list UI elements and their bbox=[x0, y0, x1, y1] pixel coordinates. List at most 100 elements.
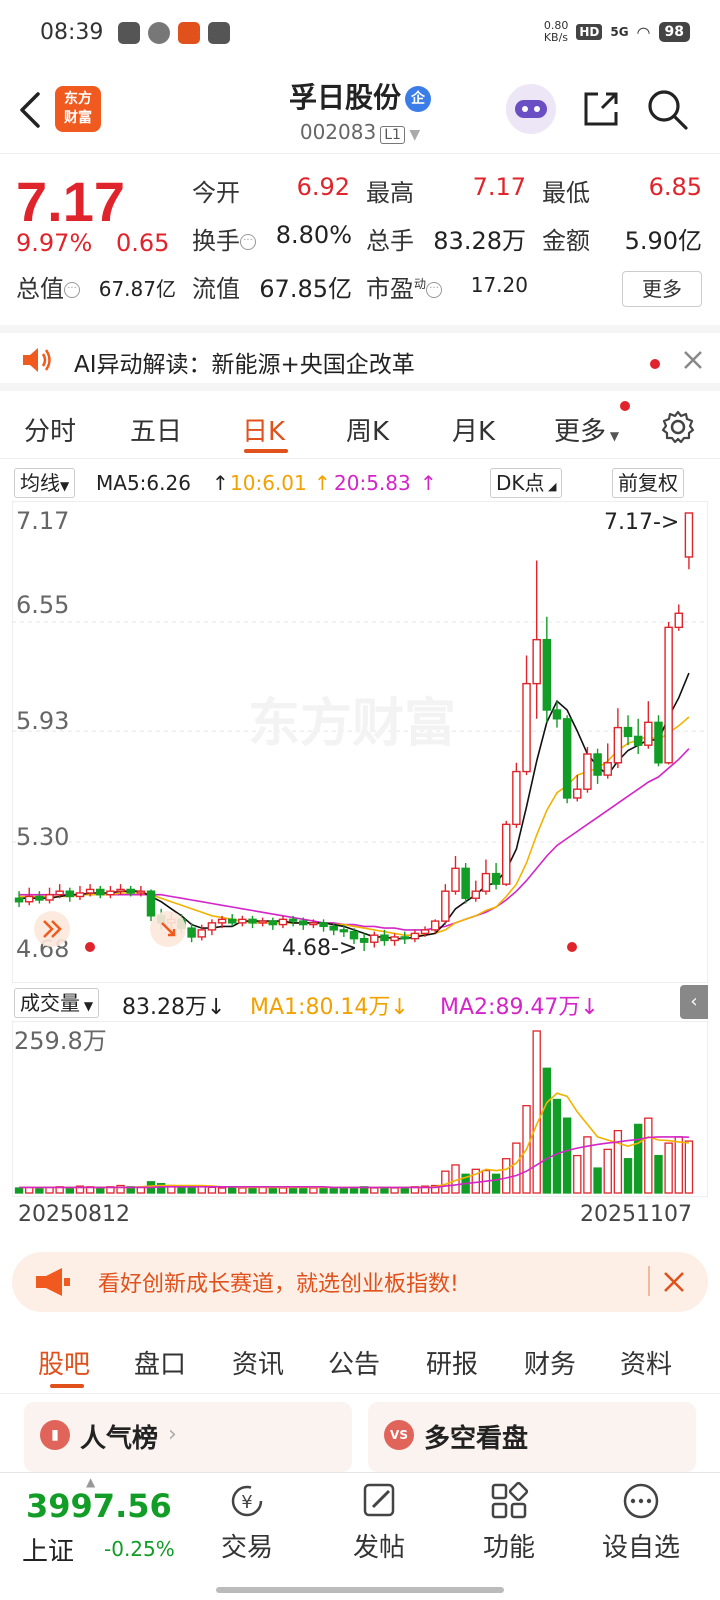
candle-body bbox=[481, 872, 491, 892]
tab-research[interactable]: 研报 bbox=[426, 1344, 478, 1381]
status-right: 0.80 KB/s HD 5G ◠ 98 bbox=[544, 20, 690, 44]
search-icon[interactable] bbox=[646, 88, 690, 132]
tab-intraday[interactable]: 分时 bbox=[24, 411, 76, 448]
volume-chart[interactable]: 259.8万 bbox=[12, 1021, 708, 1197]
tab-monthly-k[interactable]: 月K bbox=[452, 411, 495, 448]
bull-bear-card[interactable]: VS 多空看盘 bbox=[368, 1402, 696, 1472]
close-icon[interactable] bbox=[662, 1270, 686, 1294]
candle-body bbox=[491, 872, 501, 885]
enterprise-badge: 企 bbox=[405, 86, 431, 112]
candlestick-chart[interactable]: 东方财富 7.17 6.55 5.93 5.30 4.68 7.17-> 4.6… bbox=[12, 501, 708, 983]
volume-bar bbox=[441, 1170, 450, 1194]
candle-body bbox=[35, 895, 44, 901]
app-icon bbox=[148, 22, 170, 44]
ai-assistant-icon[interactable] bbox=[506, 84, 556, 134]
close-icon[interactable] bbox=[682, 349, 704, 371]
mktcap-value: 67.87亿 bbox=[98, 277, 176, 301]
candle-body bbox=[329, 925, 338, 931]
collapse-panel-icon[interactable]: ‹ bbox=[680, 985, 708, 1019]
ma5-arrow: ↑ bbox=[212, 471, 229, 495]
candle-body bbox=[65, 890, 75, 898]
nav-add-watchlist[interactable]: 设自选 bbox=[596, 1481, 686, 1564]
share-icon[interactable] bbox=[580, 88, 622, 130]
min-price-marker: 4.68-> bbox=[282, 936, 357, 961]
candle-body bbox=[461, 867, 470, 899]
stock-name: 孚日股份 bbox=[288, 81, 401, 114]
volume-max-label: 259.8万 bbox=[14, 1027, 107, 1055]
index-name: 上证 bbox=[22, 1537, 75, 1567]
candle-body bbox=[227, 918, 237, 924]
volume-bar bbox=[25, 1186, 34, 1194]
volume-value: 83.28万↓ bbox=[122, 995, 226, 1020]
expand-arrow-icon[interactable] bbox=[150, 911, 186, 947]
tab-announcements[interactable]: 公告 bbox=[328, 1344, 380, 1381]
tab-guba[interactable]: 股吧 bbox=[38, 1344, 90, 1381]
tab-profile[interactable]: 资料 bbox=[620, 1344, 672, 1381]
volume-ma2: MA2:89.47万↓ bbox=[440, 995, 599, 1020]
candle-body bbox=[248, 918, 257, 924]
chevron-right-icon: › bbox=[168, 1422, 177, 1447]
tab-daily-k[interactable]: 日K bbox=[242, 411, 285, 448]
market-level: L1 bbox=[380, 126, 405, 144]
turnover-value: 8.80% bbox=[275, 221, 352, 249]
candle-body bbox=[593, 753, 602, 776]
volume-mode-select[interactable]: 成交量 ▼ bbox=[14, 988, 100, 1018]
nav-functions[interactable]: 功能 bbox=[464, 1481, 554, 1564]
candle-body bbox=[299, 920, 308, 926]
wechat-icon bbox=[118, 22, 140, 44]
candle-body bbox=[116, 888, 125, 892]
popularity-card[interactable]: ▮ 人气榜 › bbox=[24, 1402, 352, 1472]
dk-point-button[interactable]: DK点 ◢ bbox=[490, 468, 563, 498]
volume-bar bbox=[380, 1186, 389, 1194]
promo-banner[interactable]: 看好创新成长赛道，就选创业板指数! bbox=[12, 1252, 708, 1312]
volume-bar bbox=[136, 1186, 146, 1194]
ai-insight-banner[interactable]: AI异动解读：新能源+央国企改革 bbox=[0, 325, 720, 391]
bottom-nav: ▲ 3997.56 上证 -0.25% ¥ 交易 发帖 功能 设自选 bbox=[0, 1472, 720, 1600]
y-label: 7.17 bbox=[16, 507, 69, 535]
candle-body bbox=[552, 709, 562, 720]
watermark: 东方财富 bbox=[248, 694, 456, 754]
nav-trade[interactable]: ¥ 交易 bbox=[202, 1481, 292, 1564]
tab-five-day[interactable]: 五日 bbox=[130, 411, 182, 448]
volume-bar bbox=[268, 1187, 278, 1194]
volume-bar bbox=[228, 1186, 237, 1194]
candle-body bbox=[400, 936, 409, 940]
volume-bar bbox=[644, 1117, 653, 1194]
adjust-button[interactable]: 前复权 bbox=[612, 468, 684, 498]
tab-order-book[interactable]: 盘口 bbox=[134, 1344, 186, 1381]
svg-text:¥: ¥ bbox=[241, 1492, 252, 1513]
candle-body bbox=[532, 638, 541, 685]
candle-body bbox=[501, 823, 511, 885]
tab-weekly-k[interactable]: 周K bbox=[346, 411, 389, 448]
volume-value: 83.28万 bbox=[433, 227, 526, 255]
volume-ma1: MA1:80.14万↓ bbox=[250, 995, 409, 1020]
volume-bar bbox=[400, 1186, 409, 1194]
wifi-icon: ◠ bbox=[636, 22, 651, 42]
candle-body bbox=[684, 512, 694, 558]
promo-text: 看好创新成长赛道，就选创业板指数! bbox=[98, 1272, 459, 1297]
volume-bar bbox=[187, 1186, 196, 1194]
tab-news[interactable]: 资讯 bbox=[232, 1344, 284, 1381]
volume-bar bbox=[35, 1187, 44, 1194]
candle-body bbox=[370, 934, 379, 943]
candle-body bbox=[146, 890, 156, 917]
vs-icon: VS bbox=[384, 1420, 414, 1450]
open-value: 6.92 bbox=[296, 173, 350, 201]
candle-body bbox=[633, 735, 643, 746]
scroll-left-icon[interactable] bbox=[34, 911, 70, 947]
home-indicator[interactable] bbox=[216, 1587, 504, 1593]
volume-bar bbox=[552, 1098, 562, 1194]
new-dot bbox=[650, 359, 660, 369]
notification-app-icon bbox=[178, 22, 200, 44]
megaphone-icon bbox=[36, 1268, 70, 1296]
end-date: 20251107 bbox=[580, 1202, 692, 1227]
volume-bar bbox=[65, 1187, 75, 1194]
active-tab-indicator bbox=[50, 1384, 84, 1388]
nav-post[interactable]: 发帖 bbox=[334, 1481, 424, 1564]
settings-gear-icon[interactable] bbox=[660, 409, 696, 445]
tab-more[interactable]: 更多 ▼ bbox=[554, 411, 619, 448]
more-quote-button[interactable]: 更多 bbox=[622, 271, 702, 307]
candle-body bbox=[288, 918, 298, 922]
indicator-mode-select[interactable]: 均线▼ bbox=[14, 468, 76, 498]
tab-financials[interactable]: 财务 bbox=[524, 1344, 576, 1381]
